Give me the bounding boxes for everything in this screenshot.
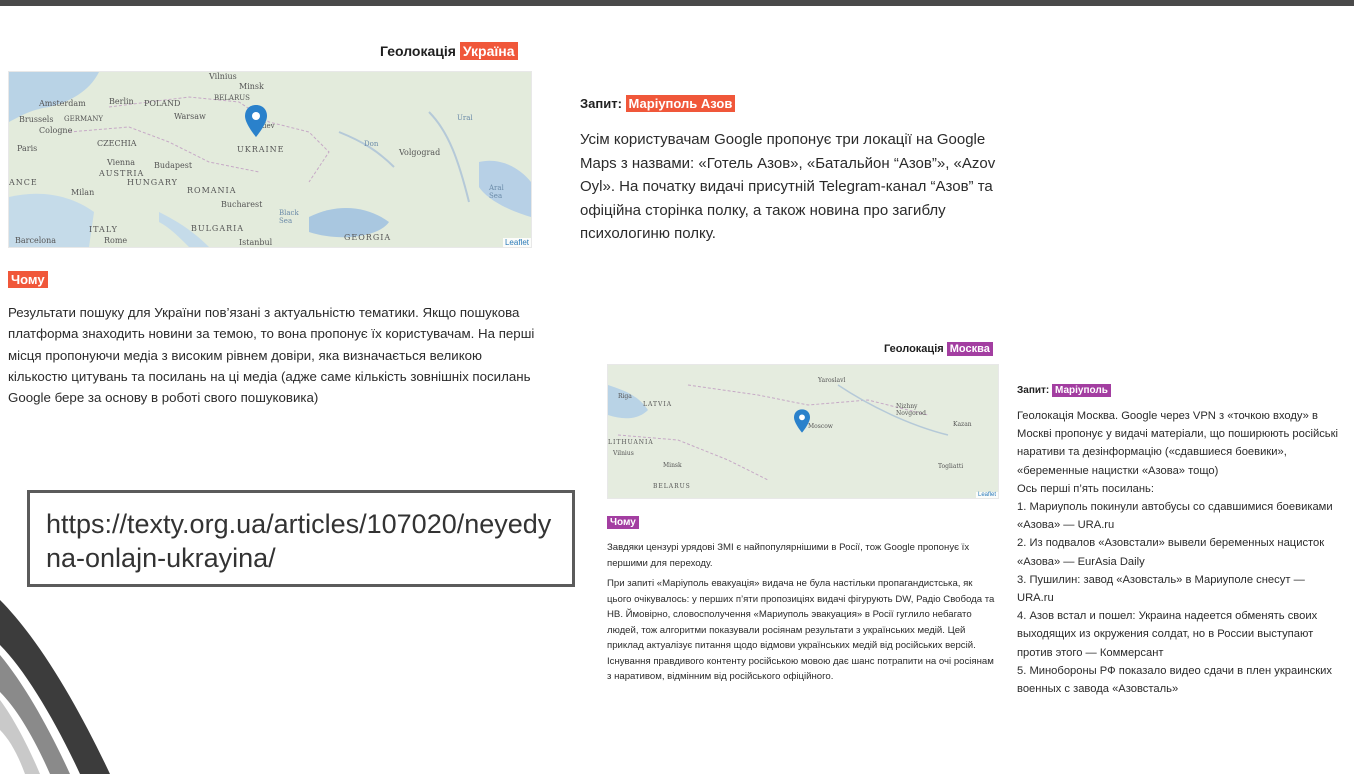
query-label: Запит: [580,96,622,111]
query-mariupol-text: Геолокація Москва. Google через VPN з «т… [1017,407,1339,698]
geo-label: Геолокація [380,43,456,59]
link-item: 2. Из подвалов «Азовстали» вывели береме… [1017,537,1325,568]
map-label: HUNGARY [127,178,178,187]
map-label: Togliatti [938,463,964,470]
map-ukraine[interactable]: Vilnius Minsk Amsterdam Berlin POLAND BE… [8,71,532,248]
map-label: UKRAINE [237,145,285,154]
map-label: BELARUS [653,483,691,490]
map-label: BELARUS [214,94,250,102]
map-pin-icon[interactable] [794,409,810,433]
map-label: Paris [17,144,38,153]
map-pin-icon[interactable] [245,105,267,137]
query-mariupol-description: Геолокація Москва. Google через VPN з «т… [1017,410,1339,477]
leaflet-attribution[interactable]: Leaflet [975,492,998,498]
leaflet-attribution[interactable]: Leaflet [502,238,531,247]
geo-label: Геолокація [884,343,944,355]
link-item: 5. Минобороны РФ показало видео сдачи в … [1017,664,1333,696]
map-label: Nizhny Novgorod [896,403,927,417]
map-label: Black Sea [279,209,299,225]
map-moscow[interactable]: Riga LATVIA Yaroslavl Nizhny Novgorod Ka… [607,364,999,499]
map-label: Ural [457,114,473,122]
link-item: 3. Пушилин: завод «Азовсталь» в Мариупол… [1017,573,1305,605]
map-label: BULGARIA [191,224,245,233]
map-label: GEORGIA [344,233,392,242]
why-text-moscow-1: Завдяки цензурі урядові ЗМІ є найпопуляр… [607,542,970,569]
source-url-box[interactable]: https://texty.org.ua/articles/107020/ney… [27,490,575,587]
query-label: Запит: [1017,385,1050,396]
map-label: Cologne [39,126,73,135]
map-label: GERMANY [64,115,103,123]
geo-value: Україна [459,42,518,60]
map-label: CZECHIA [97,139,137,148]
map-ukraine-background [9,72,531,247]
query-value: Маріуполь Азов [625,95,736,112]
map-label: POLAND [144,99,181,108]
map-label: Amsterdam [39,99,86,108]
map-label: Riga [618,393,632,400]
link-item: 1. Мариуполь покинули автобусы со сдавши… [1017,501,1333,532]
map-label: Barcelona [15,236,56,245]
query-azov: Запит: Маріуполь Азов [580,95,736,112]
geo-title-moscow: Геолокація Москва [884,342,993,356]
map-label: Volgograd [399,148,441,157]
why-text-ukraine: Результати пошуку для України пов’язані … [8,305,535,406]
query-mariupol: Запит: Маріуполь [1017,384,1111,397]
geo-title-ukraine: Геолокація Україна [380,42,518,60]
map-label: Minsk [663,462,682,469]
map-label: Milan [71,188,95,197]
link-item: 4. Азов встал и пошел: Украина надеется … [1017,610,1318,659]
links-intro: Ось перші п’ять посилань: [1017,482,1154,495]
query-azov-text: Усім користувачам Google пропонує три ло… [580,131,996,242]
query-value: Маріуполь [1052,384,1111,397]
top-border [0,0,1354,6]
geo-value: Москва [946,342,993,356]
why-tag-moscow: Чому [607,516,639,529]
map-label: Don [364,140,379,148]
map-label: Brussels [19,115,54,124]
map-label: Warsaw [174,112,206,121]
map-label: Rome [104,236,128,245]
map-label: Budapest [154,161,193,170]
map-label: Minsk [239,82,264,91]
decorative-swoosh [0,600,110,774]
map-label: AUSTRIA [99,169,145,178]
map-label: ANCE [9,178,38,187]
map-label: LATVIA [643,401,673,408]
map-label: Istanbul [239,238,273,247]
map-label: Vilnius [209,72,237,81]
map-label: Bucharest [221,200,263,209]
map-label: Kazan [953,421,972,428]
why-text-moscow-2: При запиті «Маріуполь евакуація» видача … [607,578,995,682]
why-tag-ukraine: Чому [8,271,48,288]
map-label: Vienna [107,158,136,167]
map-label: Aral Sea [489,184,504,200]
map-label: Berlin [109,97,134,106]
map-label: Moscow [808,423,833,430]
map-label: Vilnius [613,450,634,457]
map-label: LITHUANIA [608,439,654,446]
map-label: ROMANIA [187,186,237,195]
map-label: ITALY [89,225,118,234]
map-label: Yaroslavl [818,377,846,384]
